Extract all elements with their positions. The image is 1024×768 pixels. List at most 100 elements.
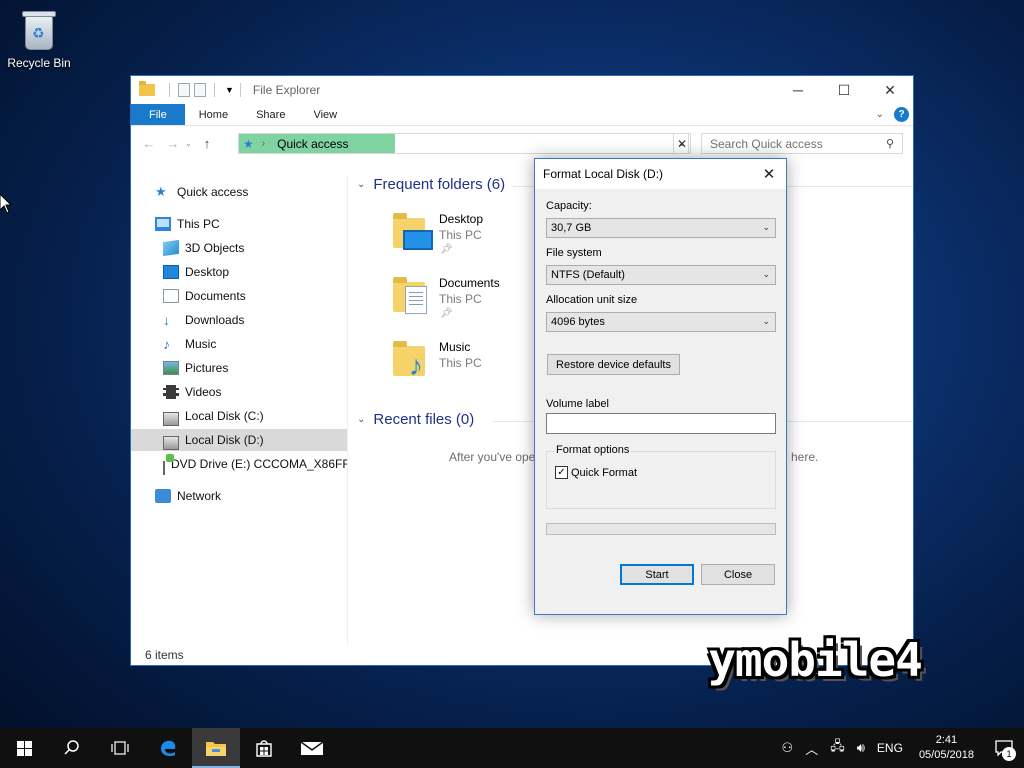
format-progress-bar [546,523,776,535]
sidebar-item-3d-objects[interactable]: 3D Objects [163,237,345,259]
search-input[interactable] [710,136,875,151]
notification-count-badge: 1 [1002,747,1016,761]
properties-icon[interactable] [178,83,190,97]
recent-files-header[interactable]: ⌄ Recent files (0) [357,411,474,428]
document-icon [163,289,179,303]
clock[interactable]: 2:41 05/05/2018 [909,733,984,763]
action-center-button[interactable]: 1 [984,728,1024,768]
recycle-bin-desktop-icon[interactable]: ♻ Recycle Bin [4,8,74,70]
search-icon[interactable]: ⚲ [886,137,894,150]
dialog-close-icon[interactable]: ✕ [758,163,780,185]
music-folder-icon: ♪ [393,338,433,380]
people-icon[interactable]: ⚇ [776,740,800,756]
help-icon[interactable]: ? [894,107,909,122]
chevron-down-icon: ⌄ [762,316,770,326]
sidebar-item-this-pc[interactable]: This PC [155,213,345,235]
expand-ribbon-chevron-icon[interactable]: ⌄ [876,109,884,120]
mail-taskbar-button[interactable] [288,728,336,768]
navigation-pane: ★ Quick access This PC 3D Objects Deskto… [131,176,347,646]
desktop-icon [163,265,179,279]
recent-locations-dropdown-icon[interactable]: ⌄ [185,139,195,148]
format-dialog-titlebar[interactable]: Format Local Disk (D:) ✕ [535,159,786,189]
tab-view[interactable]: View [299,104,351,125]
input-language[interactable]: ENG [871,741,909,755]
back-arrow-icon[interactable]: ← [137,136,161,151]
start-button[interactable]: Start [620,564,694,585]
close-dialog-button[interactable]: Close [701,564,775,585]
chevron-up-icon[interactable]: ︿ [799,739,824,758]
sidebar-item-local-disk-c[interactable]: Local Disk (C:) [163,405,345,427]
customize-toolbar-dropdown-icon[interactable]: ▼ [225,85,234,95]
tab-file[interactable]: File [131,104,185,125]
breadcrumb-chevron-icon[interactable]: › [262,138,265,149]
documents-folder-icon [393,274,433,314]
allocation-unit-label: Allocation unit size [546,294,638,306]
quick-format-option[interactable]: ✓ Quick Format [555,466,637,479]
sidebar-item-network[interactable]: Network [155,485,345,507]
edge-browser-button[interactable] [144,728,192,768]
sidebar-item-dvd-drive[interactable]: DVD Drive (E:) CCCOMA_X86FR [163,453,347,475]
star-icon: ★ [155,184,167,199]
chevron-down-icon: ⌄ [762,222,770,232]
clear-address-icon[interactable]: ✕ [673,133,691,154]
quick-format-label: Quick Format [571,466,638,479]
frequent-folders-header[interactable]: ⌄ Frequent folders (6) [357,176,505,193]
chevron-down-icon: ⌄ [762,269,770,279]
collapse-chevron-icon[interactable]: ⌄ [357,414,365,425]
music-icon: ♪ [163,336,170,352]
store-bag-icon [256,740,272,757]
capacity-label: Capacity: [546,200,592,212]
filesystem-select[interactable]: NTFS (Default) ⌄ [546,265,776,285]
sidebar-item-local-disk-d[interactable]: Local Disk (D:) [131,429,347,451]
volume-label-label: Volume label [546,398,609,410]
sidebar-item-downloads[interactable]: ↓ Downloads [163,309,345,331]
file-explorer-taskbar-button[interactable] [192,728,240,768]
address-bar-row: ← → ⌄ ↑ ★ › Quick access ⌄ ✕ ⚲ [131,130,913,156]
sidebar-item-videos[interactable]: Videos [163,381,345,403]
capacity-select[interactable]: 30,7 GB ⌄ [546,218,776,238]
computer-icon [155,217,171,231]
filesystem-label: File system [546,247,602,259]
collapse-chevron-icon[interactable]: ⌄ [357,179,365,190]
taskbar: ⚇ ︿ 🖧︎ 🔊︎ ENG 2:41 05/05/2018 1 [0,728,1024,768]
download-icon: ↓ [163,312,170,328]
pin-icon: 📌︎ [440,244,453,255]
minimize-button[interactable]: ─ [775,76,821,104]
tab-home[interactable]: Home [185,104,242,125]
file-explorer-window: ▼ File Explorer ─ ☐ ✕ File Home Share Vi… [130,75,914,666]
sidebar-item-desktop[interactable]: Desktop [163,261,345,283]
sidebar-item-quick-access[interactable]: ★ Quick access [155,181,345,203]
sidebar-item-documents[interactable]: Documents [163,285,345,307]
mail-icon [300,741,324,755]
pin-icon: 📌︎ [440,308,453,319]
start-menu-button[interactable] [0,728,48,768]
breadcrumb-quick-access[interactable]: Quick access [277,137,348,151]
maximize-button[interactable]: ☐ [821,76,867,104]
recycle-bin-icon: ♻ [19,8,59,52]
up-arrow-icon[interactable]: ↑ [195,136,219,151]
forward-arrow-icon[interactable]: → [161,136,185,151]
restore-device-defaults-button[interactable]: Restore device defaults [547,354,680,375]
network-tray-icon[interactable]: 🖧︎ [824,737,851,759]
allocation-unit-select[interactable]: 4096 bytes ⌄ [546,312,776,332]
edge-icon [161,740,176,757]
search-taskbar-button[interactable] [48,728,96,768]
volume-icon[interactable]: 🔊︎ [851,740,871,756]
search-box[interactable]: ⚲ [701,133,903,154]
format-options-group: Format options ✓ Quick Format [546,444,776,509]
quick-access-star-icon: ★ [243,136,254,151]
store-taskbar-button[interactable] [240,728,288,768]
quick-format-checkbox[interactable]: ✓ [555,466,568,479]
address-bar[interactable]: ★ › Quick access ⌄ [238,133,689,154]
ribbon-tabs: File Home Share View ⌄ ? [131,104,913,126]
recycle-bin-label: Recycle Bin [7,56,71,70]
tab-share[interactable]: Share [242,104,299,125]
task-view-button[interactable] [96,728,144,768]
new-folder-icon[interactable] [194,83,206,97]
sidebar-item-music[interactable]: ♪ Music [163,333,345,355]
folder-icon [139,81,155,97]
close-button[interactable]: ✕ [867,76,913,104]
sidebar-item-pictures[interactable]: Pictures [163,357,345,379]
volume-label-input[interactable] [546,413,776,434]
explorer-titlebar[interactable]: ▼ File Explorer ─ ☐ ✕ [131,76,913,104]
